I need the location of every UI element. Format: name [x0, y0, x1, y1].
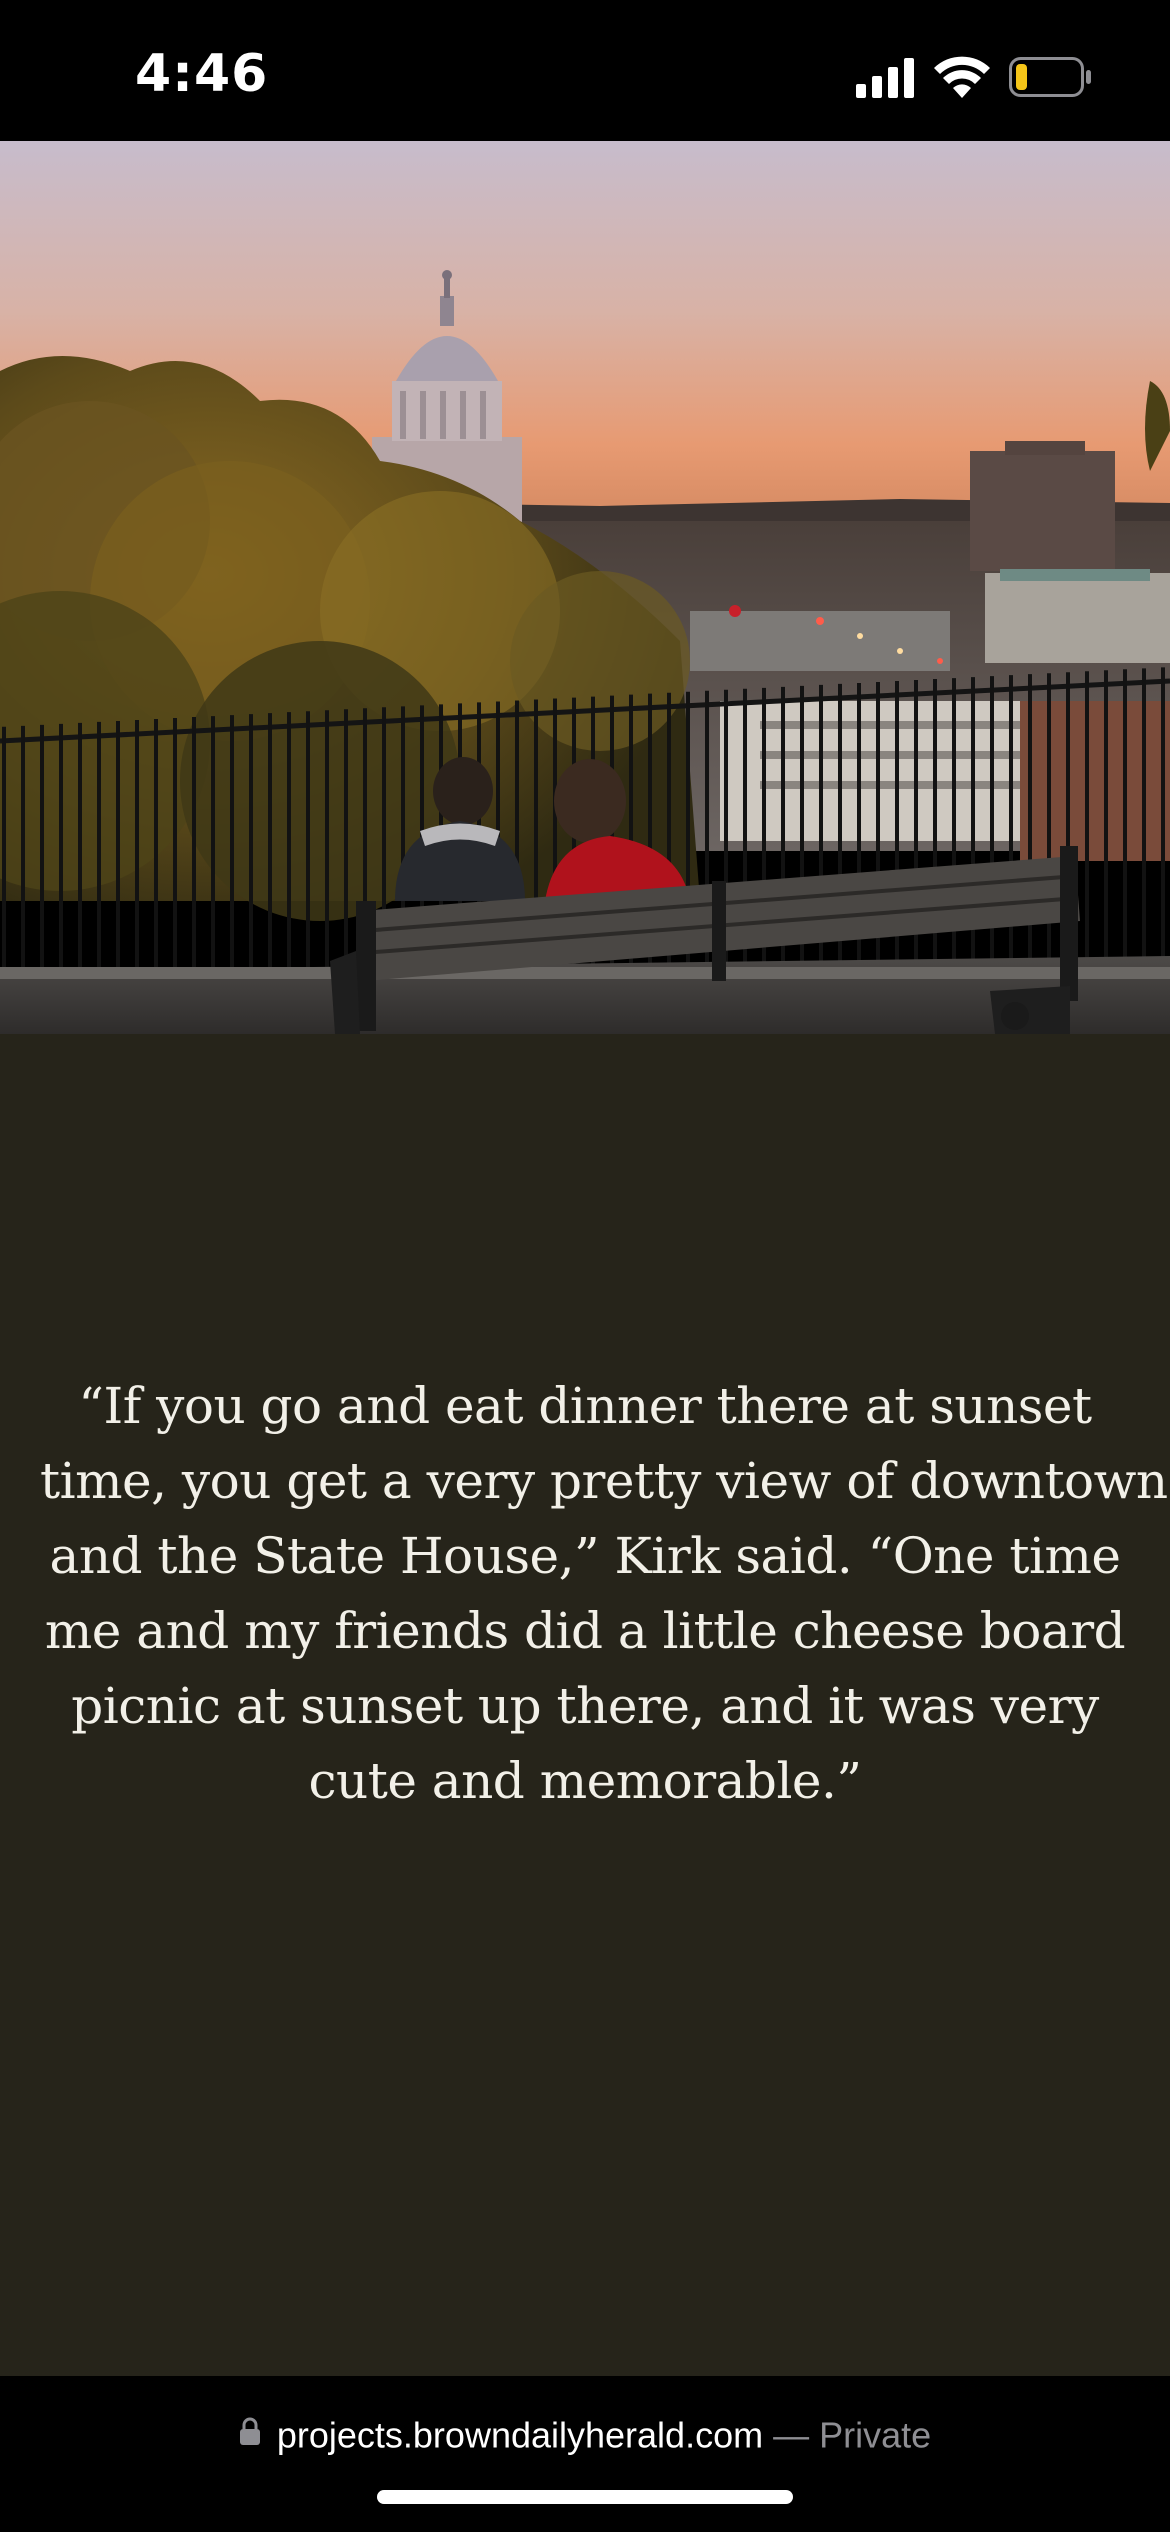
quote-line: time, you get a very pretty view of down…	[40, 1452, 1168, 1510]
browser-url-bar[interactable]: projects.browndailyherald.com — Private	[0, 2376, 1170, 2532]
photo-illustration	[0, 141, 1170, 1034]
home-indicator[interactable]	[377, 2490, 793, 2504]
status-time: 4:46	[135, 44, 269, 104]
cellular-signal-icon	[856, 58, 914, 98]
status-bar: 4:46	[0, 0, 1170, 141]
private-label: — Private	[763, 2414, 932, 2456]
url-domain: projects.browndailyherald.com	[276, 2414, 764, 2456]
quote-line: and the State House,” Kirk said. “One ti…	[49, 1527, 1121, 1585]
quote-line: cute and memorable.”	[308, 1752, 862, 1810]
state-house-sunset-photo	[0, 141, 1170, 1034]
quote-panel: “If you go and eat dinner there at sunse…	[0, 1034, 1170, 2376]
battery-low-icon	[1009, 57, 1091, 97]
pull-quote: “If you go and eat dinner there at sunse…	[40, 1369, 1168, 1819]
quote-line: me and my friends did a little cheese bo…	[44, 1602, 1126, 1660]
wifi-icon	[934, 56, 990, 98]
quote-line: picnic at sunset up there, and it was ve…	[71, 1677, 1099, 1735]
quote-line: “If you go and eat dinner there at sunse…	[78, 1377, 1092, 1435]
url-row[interactable]: projects.browndailyherald.com — Private	[0, 2412, 1170, 2456]
lock-icon	[239, 2418, 260, 2446]
